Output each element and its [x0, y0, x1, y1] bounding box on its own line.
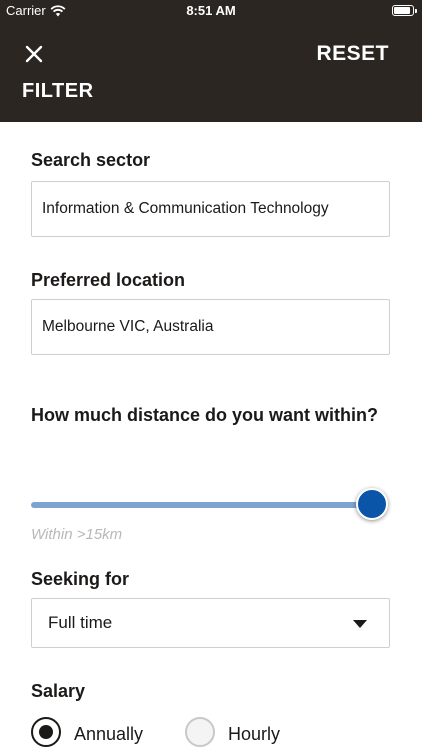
filter-header: Carrier 8:51 AM RESET FILTER — [0, 0, 422, 122]
distance-slider-track[interactable] — [31, 502, 371, 508]
status-time: 8:51 AM — [186, 3, 236, 18]
location-input[interactable] — [32, 300, 389, 354]
chevron-down-icon — [353, 620, 367, 628]
salary-label: Salary — [31, 681, 86, 701]
distance-caption: Within >15km — [31, 526, 123, 543]
salary-option-label: Annually — [74, 724, 144, 744]
close-icon[interactable] — [20, 40, 48, 68]
reset-button[interactable]: RESET — [316, 42, 389, 66]
distance-question: How much distance do you want within? — [31, 405, 379, 425]
radio-selected-icon[interactable] — [31, 717, 61, 747]
radio-unselected-icon[interactable] — [185, 717, 215, 747]
status-bar: Carrier 8:51 AM — [0, 0, 422, 22]
sector-label: Search sector — [31, 150, 151, 170]
seeking-select[interactable]: Full time — [31, 598, 390, 648]
page-title: FILTER — [22, 80, 94, 102]
seeking-value: Full time — [48, 613, 113, 632]
sector-field[interactable] — [31, 181, 390, 237]
location-field[interactable] — [31, 299, 390, 355]
location-label: Preferred location — [31, 270, 186, 290]
salary-option-label: Hourly — [228, 724, 281, 744]
distance-slider-thumb[interactable] — [356, 488, 388, 520]
sector-input[interactable] — [32, 182, 389, 236]
battery-icon — [392, 5, 417, 16]
seeking-label: Seeking for — [31, 569, 130, 589]
